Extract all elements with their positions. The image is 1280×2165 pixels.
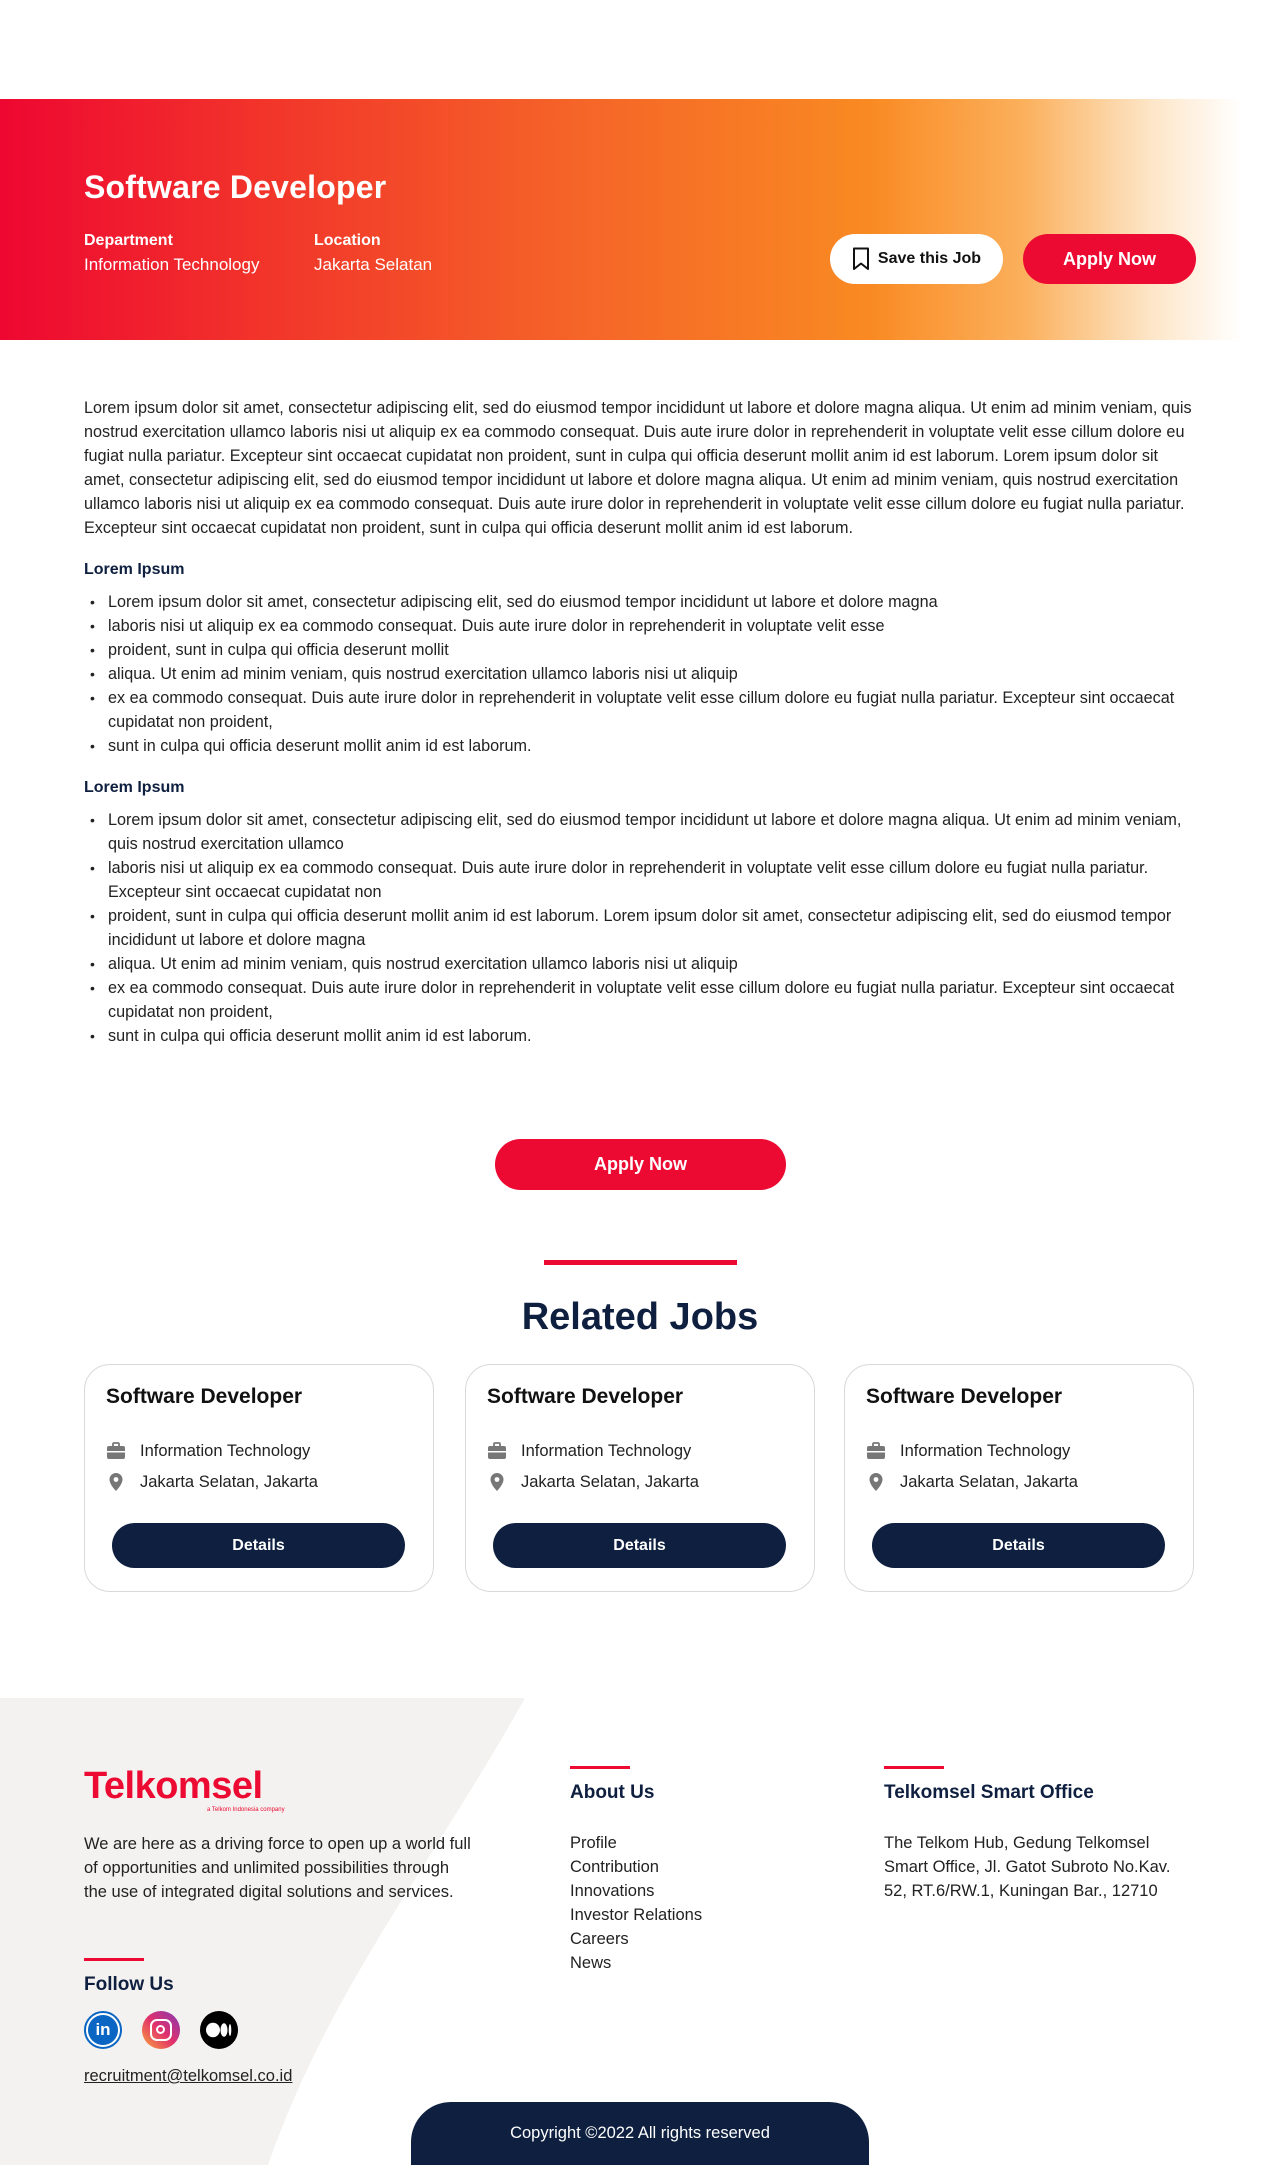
related-divider [544, 1260, 737, 1265]
about-divider [570, 1766, 630, 1769]
logo-subtext: a Telkom Indonesia company [207, 1807, 285, 1813]
job-card-department-text: Information Technology [521, 1441, 692, 1460]
apply-now-button-top[interactable]: Apply Now [1023, 234, 1196, 284]
job-title: Software Developer [84, 169, 387, 205]
section-2-list: Lorem ipsum dolor sit amet, consectetur … [84, 808, 1196, 1048]
job-card-location-text: Jakarta Selatan, Jakarta [140, 1472, 318, 1491]
telkomsel-logo[interactable]: Telkomsel a Telkom Indonesia company [84, 1765, 285, 1813]
job-card-department: Information Technology [866, 1441, 1070, 1461]
job-card-department-text: Information Technology [140, 1441, 311, 1460]
section-1-title: Lorem Ipsum [84, 561, 185, 578]
about-us-title: About Us [570, 1782, 655, 1803]
instagram-icon[interactable] [142, 2011, 180, 2049]
job-card-location-text: Jakarta Selatan, Jakarta [521, 1472, 699, 1491]
logo-wordmark: Telkomsel [84, 1765, 263, 1807]
list-item: Lorem ipsum dolor sit amet, consectetur … [84, 808, 1196, 856]
footer-tagline: We are here as a driving force to open u… [84, 1835, 471, 1901]
location-label: Location [314, 232, 381, 249]
linkedin-icon[interactable]: in [84, 2011, 122, 2049]
list-item: aliqua. Ut enim ad minim veniam, quis no… [84, 662, 1196, 686]
department-value: Information Technology [84, 255, 260, 274]
footer-link-profile[interactable]: Profile [570, 1831, 702, 1855]
map-pin-icon [109, 1473, 123, 1491]
footer-link-careers[interactable]: Careers [570, 1927, 702, 1951]
map-pin-icon [490, 1473, 504, 1491]
location-value: Jakarta Selatan [314, 255, 433, 274]
save-job-button[interactable]: Save this Job [830, 234, 1003, 284]
job-card: Software Developer Information Technolog… [844, 1364, 1194, 1592]
location-info: Location Jakarta Selatan [314, 232, 432, 275]
office-address: The Telkom Hub, Gedung Telkomsel Smart O… [884, 1834, 1171, 1900]
briefcase-icon [488, 1442, 506, 1459]
follow-us-title: Follow Us [84, 1974, 174, 1995]
copyright-bar: Copyright ©2022 All rights reserved [411, 2102, 869, 2165]
social-links: in [84, 2011, 238, 2049]
list-item: Lorem ipsum dolor sit amet, consectetur … [84, 590, 1196, 614]
list-item: sunt in culpa qui officia deserunt molli… [84, 1024, 1196, 1048]
job-card-details-button[interactable]: Details [872, 1523, 1165, 1568]
map-pin-icon [869, 1473, 883, 1491]
job-card-title: Software Developer [487, 1385, 684, 1408]
job-card-location: Jakarta Selatan, Jakarta [487, 1472, 699, 1492]
job-card-title: Software Developer [106, 1385, 303, 1408]
job-card-department: Information Technology [106, 1441, 310, 1461]
list-item: proident, sunt in culpa qui officia dese… [84, 904, 1196, 952]
footer-link-news[interactable]: News [570, 1951, 702, 1975]
related-jobs-title: Related Jobs [521, 1296, 759, 1338]
job-card-department-text: Information Technology [900, 1441, 1071, 1460]
job-card: Software Developer Information Technolog… [465, 1364, 815, 1592]
follow-divider [84, 1958, 144, 1961]
list-item: proident, sunt in culpa qui officia dese… [84, 638, 1196, 662]
bookmark-icon [852, 247, 869, 270]
list-item: ex ea commodo consequat. Duis aute irure… [84, 976, 1196, 1024]
briefcase-icon [107, 1442, 125, 1459]
department-info: Department Information Technology [84, 232, 259, 275]
job-card-location: Jakarta Selatan, Jakarta [866, 1472, 1078, 1492]
related-jobs-list: Software Developer Information Technolog… [84, 1364, 1196, 1592]
copyright-text: Copyright ©2022 All rights reserved [510, 2124, 770, 2142]
job-card: Software Developer Information Technolog… [84, 1364, 434, 1592]
footer-link-contribution[interactable]: Contribution [570, 1855, 702, 1879]
list-item: ex ea commodo consequat. Duis aute irure… [84, 686, 1196, 734]
footer-link-innovations[interactable]: Innovations [570, 1879, 702, 1903]
section-2-title: Lorem Ipsum [84, 779, 185, 796]
job-card-details-button[interactable]: Details [112, 1523, 405, 1568]
save-job-label: Save this Job [877, 250, 982, 267]
job-card-location-text: Jakarta Selatan, Jakarta [900, 1472, 1078, 1491]
office-title: Telkomsel Smart Office [884, 1782, 1094, 1803]
about-links: Profile Contribution Innovations Investo… [570, 1831, 702, 1975]
list-item: aliqua. Ut enim ad minim veniam, quis no… [84, 952, 1196, 976]
job-card-details-button[interactable]: Details [493, 1523, 786, 1568]
footer-link-investor-relations[interactable]: Investor Relations [570, 1903, 702, 1927]
job-description: Lorem ipsum dolor sit amet, consectetur … [84, 396, 1196, 1066]
list-item: sunt in culpa qui officia deserunt molli… [84, 734, 1196, 758]
briefcase-icon [867, 1442, 885, 1459]
office-divider [884, 1766, 944, 1769]
list-item: laboris nisi ut aliquip ex ea commodo co… [84, 856, 1196, 904]
department-label: Department [84, 232, 173, 249]
job-card-department: Information Technology [487, 1441, 691, 1461]
section-1-list: Lorem ipsum dolor sit amet, consectetur … [84, 590, 1196, 758]
job-card-title: Software Developer [866, 1385, 1063, 1408]
job-intro-paragraph: Lorem ipsum dolor sit amet, consectetur … [84, 399, 1192, 537]
medium-icon[interactable] [200, 2011, 238, 2049]
site-footer: Telkomsel a Telkom Indonesia company We … [0, 1698, 1280, 2165]
apply-now-button-bottom[interactable]: Apply Now [495, 1139, 786, 1190]
job-card-location: Jakarta Selatan, Jakarta [106, 1472, 318, 1492]
recruitment-email-link[interactable]: recruitment@telkomsel.co.id [84, 2067, 292, 2086]
job-hero-banner: Software Developer Department Informatio… [0, 99, 1280, 340]
list-item: laboris nisi ut aliquip ex ea commodo co… [84, 614, 1196, 638]
